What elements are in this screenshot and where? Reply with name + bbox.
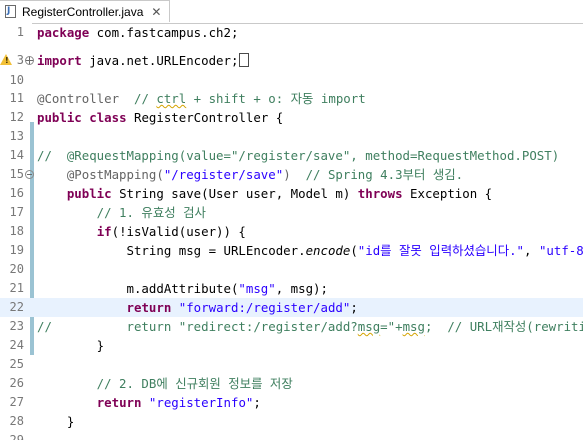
code-line: 26 // 2. DB에 신규회원 정보를 저장	[0, 374, 583, 393]
editor-tab-bar: J RegisterController.java ✕	[0, 0, 583, 24]
line-number: 16	[9, 186, 24, 200]
code-line: 16 public String save(User user, Model m…	[0, 184, 583, 203]
line-number: 1	[16, 25, 24, 39]
line-number: 26	[9, 376, 24, 390]
line-number: 18	[9, 224, 24, 238]
line-number: 28	[9, 414, 24, 428]
code-text: // 2. DB에 신규회원 정보를 저장	[37, 376, 293, 391]
code-line: 27 return "registerInfo";	[0, 393, 583, 412]
close-icon[interactable]: ✕	[151, 5, 161, 19]
code-text: m.addAttribute("msg", msg);	[37, 281, 328, 296]
code-line: ! 3 import java.net.URLEncoder;	[0, 51, 583, 70]
code-text: return "registerInfo";	[96, 395, 261, 410]
code-text: @Controller // ctrl + shift + o: 자동 impo…	[37, 91, 366, 106]
code-text: public String save(User user, Model m) t…	[66, 186, 493, 201]
code-text: if(!isValid(user)) {	[96, 224, 246, 239]
current-code-line: 22 return "forward:/register/add";	[0, 298, 583, 317]
code-text: // 1. 유효성 검사	[37, 205, 206, 220]
code-text: // return "redirect:/register/add?msg="+…	[37, 319, 583, 334]
code-text: String msg = URLEncoder.encode("id를 잘못 입…	[37, 243, 583, 258]
code-line: 28 }	[0, 412, 583, 431]
line-number: 14	[9, 148, 24, 162]
line-number: 12	[9, 110, 24, 124]
line-number: 19	[9, 243, 24, 257]
line-number: 15	[9, 167, 24, 181]
code-line: 18 if(!isValid(user)) {	[0, 222, 583, 241]
line-number: 3	[16, 53, 24, 67]
collapse-fold-icon[interactable]	[25, 170, 34, 179]
code-line: 25	[0, 355, 583, 374]
java-file-icon: J	[4, 4, 18, 19]
code-line: 1 package com.fastcampus.ch2;	[0, 23, 583, 42]
line-number: 11	[9, 91, 24, 105]
line-number: 22	[9, 300, 24, 314]
code-line: 17 // 1. 유효성 검사	[0, 203, 583, 222]
line-number: 21	[9, 281, 24, 295]
code-line: 21 m.addAttribute("msg", msg);	[0, 279, 583, 298]
line-number: 27	[9, 395, 24, 409]
tab-title: RegisterController.java	[22, 4, 144, 19]
line-number: 10	[9, 73, 24, 87]
code-text: return "forward:/register/add";	[126, 300, 358, 315]
expand-fold-icon[interactable]	[25, 56, 34, 65]
code-editor[interactable]: 1 package com.fastcampus.ch2; ! 3 import…	[0, 23, 583, 440]
code-line: 10	[0, 71, 583, 90]
code-text: }	[37, 414, 75, 429]
code-line: 24 }	[0, 336, 583, 355]
code-line: 20	[0, 260, 583, 279]
code-line: 23 // return "redirect:/register/add?msg…	[0, 317, 583, 336]
tab-register-controller[interactable]: J RegisterController.java ✕	[0, 0, 170, 22]
code-line: 15 @PostMapping("/register/save") // Spr…	[0, 165, 583, 184]
code-line: 12 public class RegisterController {	[0, 108, 583, 127]
code-text: import java.net.URLEncoder;	[37, 51, 250, 70]
line-number: 13	[9, 129, 24, 143]
code-line: 19 String msg = URLEncoder.encode("id를 잘…	[0, 241, 583, 260]
line-number: 20	[9, 262, 24, 276]
collapsed-imports-box[interactable]	[239, 53, 250, 67]
line-number: 17	[9, 205, 24, 219]
code-text: @PostMapping("/register/save") // Spring…	[37, 167, 464, 182]
code-text: public class RegisterController {	[37, 110, 284, 125]
code-text: }	[37, 338, 105, 353]
code-text: // @RequestMapping(value="/register/save…	[37, 148, 560, 163]
line-number: 23	[9, 319, 24, 333]
line-number: 25	[9, 357, 24, 371]
line-number: 24	[9, 338, 24, 352]
code-line: 11 @Controller // ctrl + shift + o: 자동 i…	[0, 89, 583, 108]
code-text: package com.fastcampus.ch2;	[37, 25, 239, 40]
code-line: 14 // @RequestMapping(value="/register/s…	[0, 146, 583, 165]
code-line: 13	[0, 127, 583, 146]
